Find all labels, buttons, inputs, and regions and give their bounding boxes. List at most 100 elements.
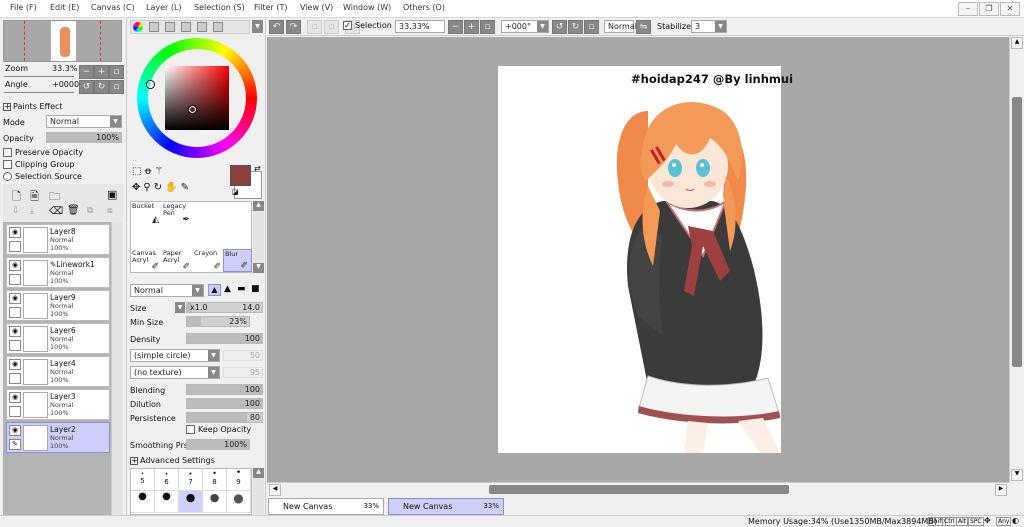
zoom-slider[interactable] (4, 73, 74, 77)
transfer-down-icon[interactable]: ⇩ (12, 206, 20, 216)
mixer-mode-icon[interactable] (181, 22, 191, 32)
canvas-tab-active[interactable]: New Canvas 33% (388, 498, 504, 515)
brush-shape-soft-icon[interactable]: ▲ (224, 284, 231, 294)
rect-select-icon[interactable]: ⬚ (132, 166, 144, 177)
rgb-slider-mode-icon[interactable] (149, 22, 159, 32)
brush-shape-flat-icon[interactable]: ▬ (237, 284, 246, 294)
brush-blend-select[interactable]: Normal ▼ (130, 284, 204, 297)
zoom-in-icon[interactable]: + (94, 65, 109, 79)
brush-size-preset[interactable]: • 9 (227, 468, 251, 491)
horizontal-scroll-thumb[interactable] (489, 485, 789, 494)
brush-texture-select[interactable]: (no texture) ▼ (130, 366, 220, 379)
swap-colors-icon[interactable]: ⇄ (254, 164, 261, 173)
navigator-preview[interactable] (3, 20, 122, 62)
layer-item[interactable]: ◉ ✎Linework1 Normal 100% (6, 257, 110, 288)
rotate-reset-icon[interactable]: ▫ (109, 80, 124, 94)
scroll-down-icon[interactable]: ▼ (253, 263, 264, 273)
scroll-up-icon[interactable]: ▲ (253, 201, 264, 211)
hue-marker[interactable] (147, 81, 154, 88)
vertical-scroll-thumb[interactable] (1012, 97, 1022, 367)
redo-icon[interactable]: ↷ (286, 20, 301, 34)
preset-scrollbar[interactable]: ▲ (253, 468, 264, 515)
size-multiplier-icon[interactable]: ▼ (175, 302, 185, 313)
delete-layer-icon[interactable]: 🗑 (67, 205, 80, 216)
layer-lock-box[interactable] (9, 307, 21, 318)
eye-icon[interactable]: ◉ (9, 227, 21, 238)
eye-icon[interactable]: ◉ (9, 359, 21, 370)
hue-wheel[interactable] (137, 38, 257, 158)
brush-size-preset[interactable]: ● (227, 491, 251, 513)
scroll-down-icon[interactable]: ▼ (1011, 469, 1023, 481)
color-panel-menu-icon[interactable]: ▼ (252, 20, 263, 33)
scroll-right-icon[interactable]: ▶ (995, 484, 1007, 496)
zoom-out-icon[interactable]: − (79, 65, 94, 79)
texture-strength-slider[interactable]: 95 (223, 367, 263, 378)
eye-icon[interactable]: ◉ (9, 293, 21, 304)
brush-shape-round-icon[interactable]: ▲ (208, 284, 221, 296)
menu-window[interactable]: Window (W) (343, 3, 391, 12)
primary-color-swatch[interactable] (230, 165, 251, 186)
eyedropper-icon[interactable]: ✎ (181, 182, 192, 193)
eye-icon[interactable]: ◉ (9, 425, 21, 436)
tool-crayon[interactable]: Crayon ✐ (193, 249, 224, 272)
layer-lock-box[interactable] (9, 406, 21, 417)
clipping-group-checkbox[interactable]: Clipping Group (3, 160, 74, 169)
tool-bucket[interactable]: Bucket ◭ (131, 202, 162, 225)
blending-slider[interactable]: 100 (186, 384, 263, 395)
saturation-value-square[interactable] (165, 66, 229, 130)
tool-legacy-pen[interactable]: Legacy Pen ✒ (162, 202, 193, 225)
tool-canvas-acryl[interactable]: Canvas Acryl ✐ (131, 249, 162, 272)
layer-mode-select[interactable]: Normal ▼ (46, 115, 122, 128)
menu-canvas[interactable]: Canvas (C) (91, 3, 135, 12)
selection-source-checkbox[interactable]: Selection Source (3, 172, 82, 181)
minimize-button[interactable]: – (958, 2, 978, 16)
zoom-select[interactable]: 33.33% (395, 20, 445, 33)
brush-size-preset[interactable]: ● (203, 491, 227, 513)
hand-icon[interactable]: ✋ (165, 182, 180, 193)
layer-list-scrollbar[interactable] (111, 222, 123, 515)
brush-size-preset[interactable]: • 5 (131, 469, 155, 491)
magic-wand-icon[interactable]: ⚚ (155, 166, 167, 177)
rotate-left-icon[interactable]: ↺ (79, 80, 94, 94)
zoom-out-icon[interactable]: − (448, 20, 463, 34)
brush-size-slider[interactable]: x1.0 14.0 (186, 302, 263, 313)
merge-visible-icon[interactable]: ⧈ (107, 206, 113, 216)
dilution-slider[interactable]: 100 (186, 398, 263, 409)
rotate-right-icon[interactable]: ↻ (568, 20, 583, 34)
view-mode-select[interactable]: Normal (604, 20, 637, 33)
min-size-slider[interactable]: 23% (186, 316, 250, 327)
canvas-viewport[interactable]: #hoidap247 @By linhmui (267, 37, 1009, 482)
horizontal-scrollbar[interactable]: ◀ ▶ (267, 482, 1009, 496)
brush-size-preset[interactable]: • 6 (155, 469, 179, 491)
duplicate-layer-icon[interactable]: ⧉ (87, 206, 93, 216)
brush-size-preset[interactable]: ● (131, 491, 155, 513)
layer-item[interactable]: ◉ Layer3 Normal 100% (6, 389, 110, 420)
brush-size-preset[interactable]: • 8 (203, 469, 227, 491)
hsv-slider-mode-icon[interactable] (165, 22, 175, 32)
advanced-settings-header[interactable]: + Advanced Settings (130, 456, 215, 465)
layer-mask-icon[interactable]: ▣ (107, 188, 117, 201)
scroll-up-icon[interactable]: ▲ (1011, 37, 1023, 49)
eye-icon[interactable]: ◉ (9, 260, 21, 271)
stabilizer-select[interactable]: 3 ▼ (691, 20, 727, 33)
shape-strength-slider[interactable]: 50 (223, 350, 263, 361)
rotate-icon[interactable]: ↻ (154, 182, 165, 193)
layer-item[interactable]: ◉ Layer4 Normal 100% (6, 356, 110, 387)
merge-down-icon[interactable]: ⤓ (30, 206, 34, 216)
rotate-reset-icon[interactable]: ▫ (584, 20, 599, 34)
menu-layer[interactable]: Layer (L) (146, 3, 182, 12)
undo-icon[interactable]: ↶ (269, 20, 284, 34)
sv-marker[interactable] (189, 106, 196, 113)
menu-view[interactable]: View (V) (300, 3, 333, 12)
close-button[interactable]: ✕ (1000, 2, 1020, 16)
invert-selection-icon[interactable]: ▫ (324, 20, 339, 34)
new-linework-layer-icon[interactable]: 🗎 (30, 188, 39, 207)
zoom-in-icon[interactable]: + (464, 20, 479, 34)
layer-lock-box[interactable] (9, 373, 21, 384)
menu-others[interactable]: Others (O) (403, 3, 445, 12)
brush-size-preset-selected[interactable]: ● (179, 491, 203, 513)
drawing-canvas[interactable]: #hoidap247 @By linhmui (498, 66, 793, 453)
rotate-left-icon[interactable]: ↺ (552, 20, 567, 34)
paints-effect-header[interactable]: + Paints Effect (3, 102, 63, 111)
scratchpad-mode-icon[interactable] (213, 22, 223, 32)
